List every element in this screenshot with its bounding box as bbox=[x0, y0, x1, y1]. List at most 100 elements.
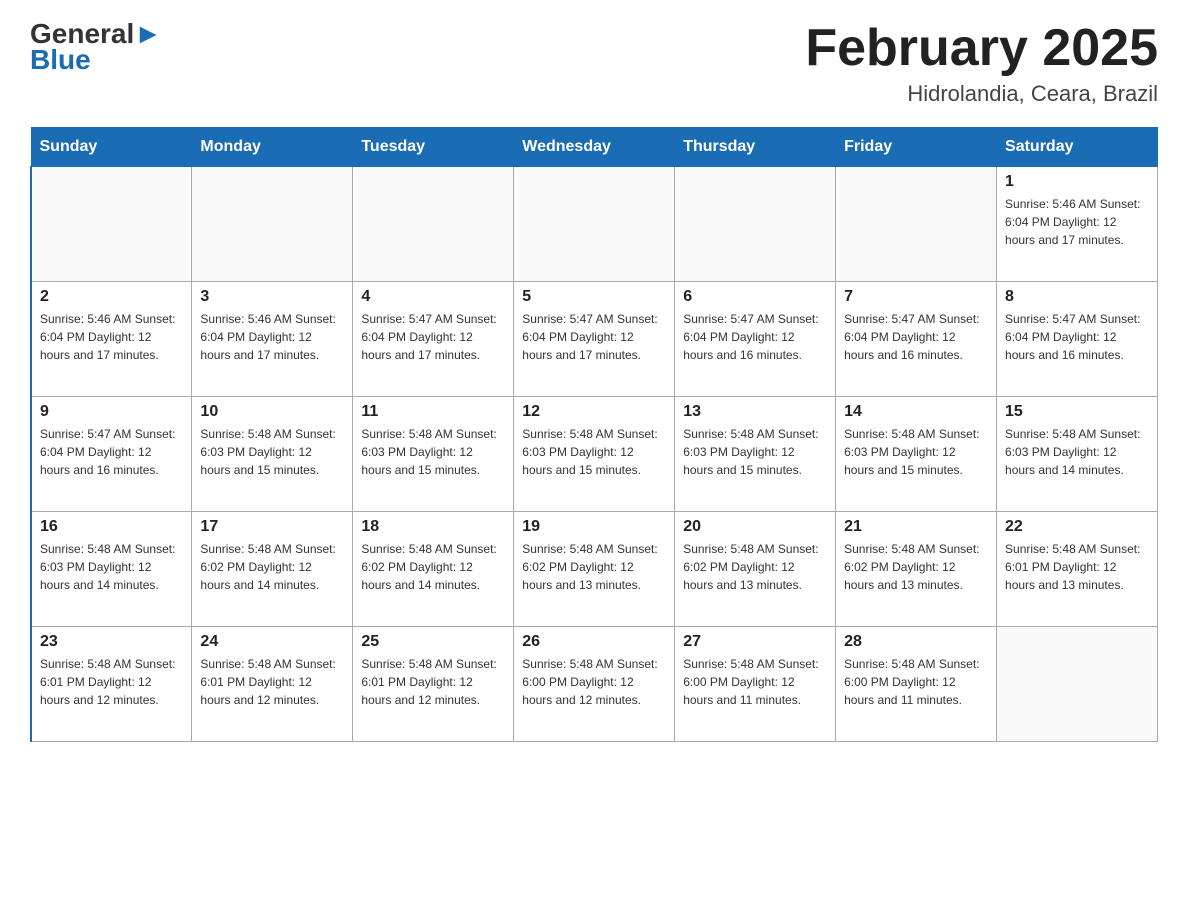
logo-bottom: Blue bbox=[30, 44, 91, 76]
day-number: 8 bbox=[1005, 288, 1149, 306]
calendar-cell bbox=[836, 167, 997, 282]
day-info: Sunrise: 5:48 AM Sunset: 6:03 PM Dayligh… bbox=[522, 425, 666, 479]
calendar-cell: 28Sunrise: 5:48 AM Sunset: 6:00 PM Dayli… bbox=[836, 627, 997, 742]
calendar-cell: 27 Sunrise: 5:48 AM Sunset: 6:00 PM Dayli… bbox=[675, 627, 836, 742]
calendar-cell: 14Sunrise: 5:48 AM Sunset: 6:03 PM Dayli… bbox=[836, 397, 997, 512]
day-info: Sunrise: 5:48 AM Sunset: 6:00 PM Dayligh… bbox=[522, 655, 666, 709]
day-number: 7 bbox=[844, 288, 988, 306]
day-info: Sunrise: 5:48 AM Sunset: 6:02 PM Dayligh… bbox=[844, 540, 988, 594]
calendar-cell bbox=[514, 167, 675, 282]
logo: General► Blue bbox=[30, 20, 162, 76]
calendar-cell bbox=[675, 167, 836, 282]
calendar-cell: 21Sunrise: 5:48 AM Sunset: 6:02 PM Dayli… bbox=[836, 512, 997, 627]
day-info: Sunrise: 5:48 AM Sunset: 6:02 PM Dayligh… bbox=[361, 540, 505, 594]
weekday-header-tuesday: Tuesday bbox=[353, 128, 514, 167]
day-info: Sunrise: 5:47 AM Sunset: 6:04 PM Dayligh… bbox=[683, 310, 827, 364]
day-number: 11 bbox=[361, 403, 505, 421]
day-info: Sunrise: 5:48 AM Sunset: 6:03 PM Dayligh… bbox=[361, 425, 505, 479]
day-number: 1 bbox=[1005, 173, 1149, 191]
day-info: Sunrise: 5:48 AM Sunset: 6:00 PM Dayligh… bbox=[683, 655, 827, 709]
day-number: 26 bbox=[522, 633, 666, 651]
day-info: Sunrise: 5:48 AM Sunset: 6:01 PM Dayligh… bbox=[200, 655, 344, 709]
day-info: Sunrise: 5:46 AM Sunset: 6:04 PM Dayligh… bbox=[200, 310, 344, 364]
calendar-cell bbox=[997, 627, 1158, 742]
calendar-cell: 22 Sunrise: 5:48 AM Sunset: 6:01 PM Dayli… bbox=[997, 512, 1158, 627]
calendar-cell: 23Sunrise: 5:48 AM Sunset: 6:01 PM Dayli… bbox=[31, 627, 192, 742]
day-number: 15 bbox=[1005, 403, 1149, 421]
calendar-cell: 26 Sunrise: 5:48 AM Sunset: 6:00 PM Dayli… bbox=[514, 627, 675, 742]
day-info: Sunrise: 5:48 AM Sunset: 6:02 PM Dayligh… bbox=[683, 540, 827, 594]
calendar-cell: 16 Sunrise: 5:48 AM Sunset: 6:03 PM Dayli… bbox=[31, 512, 192, 627]
day-info: Sunrise: 5:48 AM Sunset: 6:01 PM Dayligh… bbox=[361, 655, 505, 709]
calendar-cell: 5Sunrise: 5:47 AM Sunset: 6:04 PM Daylig… bbox=[514, 282, 675, 397]
weekday-header-friday: Friday bbox=[836, 128, 997, 167]
day-info: Sunrise: 5:47 AM Sunset: 6:04 PM Dayligh… bbox=[1005, 310, 1149, 364]
weekday-header-monday: Monday bbox=[192, 128, 353, 167]
calendar-cell: 24 Sunrise: 5:48 AM Sunset: 6:01 PM Dayli… bbox=[192, 627, 353, 742]
calendar-table: SundayMondayTuesdayWednesdayThursdayFrid… bbox=[30, 127, 1158, 742]
calendar-cell: 17 Sunrise: 5:48 AM Sunset: 6:02 PM Dayli… bbox=[192, 512, 353, 627]
calendar-week-5: 23Sunrise: 5:48 AM Sunset: 6:01 PM Dayli… bbox=[31, 627, 1158, 742]
day-info: Sunrise: 5:47 AM Sunset: 6:04 PM Dayligh… bbox=[361, 310, 505, 364]
day-number: 10 bbox=[200, 403, 344, 421]
day-info: Sunrise: 5:48 AM Sunset: 6:03 PM Dayligh… bbox=[40, 540, 183, 594]
logo-arrow: ► bbox=[134, 18, 162, 49]
calendar-week-2: 2 Sunrise: 5:46 AM Sunset: 6:04 PM Daylig… bbox=[31, 282, 1158, 397]
calendar-body: 1 Sunrise: 5:46 AM Sunset: 6:04 PM Daylig… bbox=[31, 167, 1158, 742]
day-info: Sunrise: 5:48 AM Sunset: 6:02 PM Dayligh… bbox=[200, 540, 344, 594]
day-number: 6 bbox=[683, 288, 827, 306]
title-block: February 2025 Hidrolandia, Ceara, Brazil bbox=[805, 20, 1158, 107]
calendar-cell: 2 Sunrise: 5:46 AM Sunset: 6:04 PM Daylig… bbox=[31, 282, 192, 397]
calendar-cell bbox=[353, 167, 514, 282]
day-number: 19 bbox=[522, 518, 666, 536]
day-number: 20 bbox=[683, 518, 827, 536]
calendar-week-3: 9 Sunrise: 5:47 AM Sunset: 6:04 PM Daylig… bbox=[31, 397, 1158, 512]
calendar-cell: 25 Sunrise: 5:48 AM Sunset: 6:01 PM Dayli… bbox=[353, 627, 514, 742]
calendar-cell: 18Sunrise: 5:48 AM Sunset: 6:02 PM Dayli… bbox=[353, 512, 514, 627]
day-info: Sunrise: 5:47 AM Sunset: 6:04 PM Dayligh… bbox=[844, 310, 988, 364]
day-info: Sunrise: 5:46 AM Sunset: 6:04 PM Dayligh… bbox=[40, 310, 183, 364]
calendar-cell: 1 Sunrise: 5:46 AM Sunset: 6:04 PM Daylig… bbox=[997, 167, 1158, 282]
calendar-week-4: 16 Sunrise: 5:48 AM Sunset: 6:03 PM Dayli… bbox=[31, 512, 1158, 627]
day-number: 4 bbox=[361, 288, 505, 306]
day-number: 16 bbox=[40, 518, 183, 536]
calendar-cell: 3 Sunrise: 5:46 AM Sunset: 6:04 PM Daylig… bbox=[192, 282, 353, 397]
calendar-cell: 19 Sunrise: 5:48 AM Sunset: 6:02 PM Dayli… bbox=[514, 512, 675, 627]
day-number: 2 bbox=[40, 288, 183, 306]
calendar-title: February 2025 bbox=[805, 20, 1158, 77]
day-number: 22 bbox=[1005, 518, 1149, 536]
day-number: 28 bbox=[844, 633, 988, 651]
day-number: 27 bbox=[683, 633, 827, 651]
day-number: 13 bbox=[683, 403, 827, 421]
day-info: Sunrise: 5:48 AM Sunset: 6:01 PM Dayligh… bbox=[1005, 540, 1149, 594]
calendar-cell: 8 Sunrise: 5:47 AM Sunset: 6:04 PM Daylig… bbox=[997, 282, 1158, 397]
calendar-cell bbox=[192, 167, 353, 282]
weekday-header-saturday: Saturday bbox=[997, 128, 1158, 167]
day-number: 25 bbox=[361, 633, 505, 651]
day-number: 24 bbox=[200, 633, 344, 651]
calendar-cell: 12Sunrise: 5:48 AM Sunset: 6:03 PM Dayli… bbox=[514, 397, 675, 512]
day-info: Sunrise: 5:48 AM Sunset: 6:01 PM Dayligh… bbox=[40, 655, 183, 709]
day-info: Sunrise: 5:48 AM Sunset: 6:02 PM Dayligh… bbox=[522, 540, 666, 594]
day-info: Sunrise: 5:48 AM Sunset: 6:03 PM Dayligh… bbox=[844, 425, 988, 479]
calendar-cell: 13Sunrise: 5:48 AM Sunset: 6:03 PM Dayli… bbox=[675, 397, 836, 512]
calendar-cell: 10 Sunrise: 5:48 AM Sunset: 6:03 PM Dayli… bbox=[192, 397, 353, 512]
page-header: General► Blue February 2025 Hidrolandia,… bbox=[30, 20, 1158, 107]
day-number: 3 bbox=[200, 288, 344, 306]
calendar-cell: 11 Sunrise: 5:48 AM Sunset: 6:03 PM Dayli… bbox=[353, 397, 514, 512]
calendar-cell: 15Sunrise: 5:48 AM Sunset: 6:03 PM Dayli… bbox=[997, 397, 1158, 512]
day-number: 17 bbox=[200, 518, 344, 536]
weekday-header-wednesday: Wednesday bbox=[514, 128, 675, 167]
day-number: 9 bbox=[40, 403, 183, 421]
calendar-cell: 9 Sunrise: 5:47 AM Sunset: 6:04 PM Daylig… bbox=[31, 397, 192, 512]
calendar-cell: 4 Sunrise: 5:47 AM Sunset: 6:04 PM Daylig… bbox=[353, 282, 514, 397]
calendar-cell: 20 Sunrise: 5:48 AM Sunset: 6:02 PM Dayli… bbox=[675, 512, 836, 627]
calendar-subtitle: Hidrolandia, Ceara, Brazil bbox=[805, 81, 1158, 107]
day-info: Sunrise: 5:46 AM Sunset: 6:04 PM Dayligh… bbox=[1005, 195, 1149, 249]
weekday-header-row: SundayMondayTuesdayWednesdayThursdayFrid… bbox=[31, 128, 1158, 167]
calendar-week-1: 1 Sunrise: 5:46 AM Sunset: 6:04 PM Daylig… bbox=[31, 167, 1158, 282]
day-info: Sunrise: 5:47 AM Sunset: 6:04 PM Dayligh… bbox=[40, 425, 183, 479]
day-info: Sunrise: 5:47 AM Sunset: 6:04 PM Dayligh… bbox=[522, 310, 666, 364]
calendar-cell bbox=[31, 167, 192, 282]
day-info: Sunrise: 5:48 AM Sunset: 6:03 PM Dayligh… bbox=[200, 425, 344, 479]
